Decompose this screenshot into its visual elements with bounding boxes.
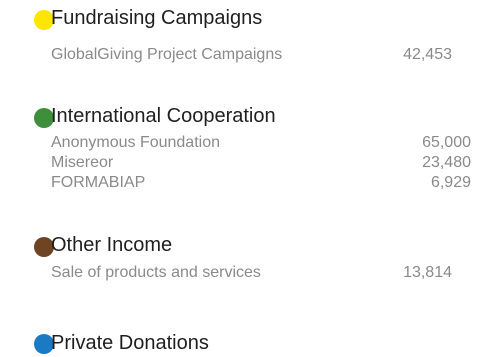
item-label: GlobalGiving Project Campaigns — [51, 46, 283, 63]
section-title: Other Income — [51, 234, 173, 256]
list-item: Misereor 23,480 — [51, 154, 471, 174]
section-title: Fundraising Campaigns — [51, 7, 263, 29]
item-label: FORMABIAP — [51, 174, 146, 191]
list-item: FORMABIAP 6,929 — [51, 174, 471, 194]
list-item: Anonymous Foundation 65,000 — [51, 134, 471, 154]
item-label: Misereor — [51, 154, 114, 171]
item-label: Anonymous Foundation — [51, 134, 220, 151]
item-value: 65,000 — [422, 134, 471, 151]
item-value: 13,814 — [403, 264, 452, 281]
section-title: Private Donations — [51, 332, 209, 354]
list-item: GlobalGiving Project Campaigns 42,453 — [51, 46, 452, 66]
item-label: Sale of products and services — [51, 264, 261, 281]
list-item: Sale of products and services 13,814 — [51, 264, 452, 284]
item-value: 6,929 — [430, 174, 471, 191]
item-value: 23,480 — [422, 154, 471, 171]
item-value: 42,453 — [403, 46, 452, 63]
section-title: International Cooperation — [51, 105, 276, 127]
